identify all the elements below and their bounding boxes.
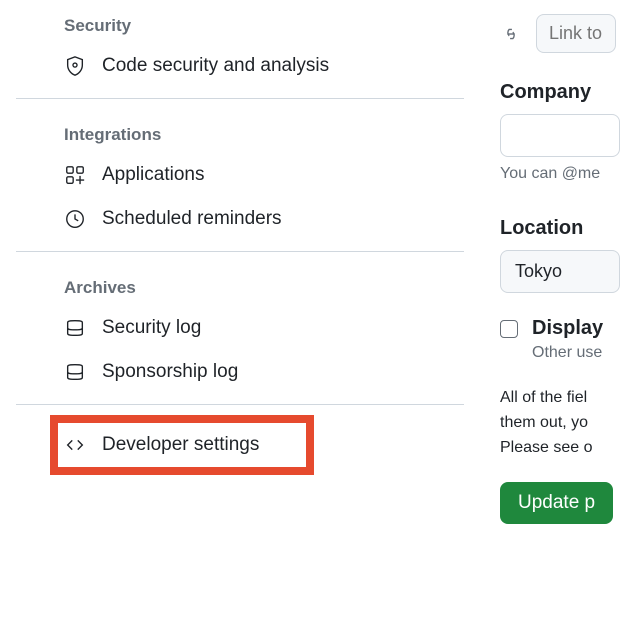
section-header-security: Security	[16, 0, 464, 44]
clock-icon	[64, 208, 86, 230]
divider	[16, 98, 464, 99]
company-label: Company	[500, 81, 638, 104]
sidebar-item-label: Developer settings	[102, 434, 259, 456]
sidebar-item-developer-settings[interactable]: Developer settings	[64, 423, 300, 467]
body-text: All of the fiel them out, yo Please see …	[500, 386, 638, 460]
social-link-input[interactable]	[536, 14, 616, 53]
log-icon	[64, 361, 86, 383]
company-input[interactable]	[500, 114, 620, 157]
highlight-box: Developer settings	[50, 415, 314, 475]
sidebar-item-scheduled-reminders[interactable]: Scheduled reminders	[16, 197, 464, 241]
apps-icon	[64, 164, 86, 186]
sidebar-item-label: Scheduled reminders	[102, 208, 282, 230]
sidebar-item-code-security[interactable]: Code security and analysis	[16, 44, 464, 88]
location-input[interactable]	[500, 250, 620, 293]
display-checkbox[interactable]	[500, 320, 518, 338]
sidebar-item-label: Applications	[102, 164, 204, 186]
display-checkbox-row: Display Other use	[500, 317, 638, 362]
settings-sidebar: Security Code security and analysis Inte…	[0, 0, 480, 644]
sidebar-item-applications[interactable]: Applications	[16, 153, 464, 197]
sidebar-item-label: Sponsorship log	[102, 361, 238, 383]
shield-icon	[64, 55, 86, 77]
code-icon	[64, 434, 86, 456]
company-helper: You can @me	[500, 165, 638, 183]
link-icon	[500, 23, 522, 45]
sidebar-item-security-log[interactable]: Security log	[16, 306, 464, 350]
social-link-row	[500, 14, 638, 53]
display-checkbox-sub: Other use	[532, 344, 603, 362]
profile-form: Company You can @me Location Display Oth…	[480, 0, 638, 644]
sidebar-item-sponsorship-log[interactable]: Sponsorship log	[16, 350, 464, 394]
divider	[16, 404, 464, 405]
log-icon	[64, 317, 86, 339]
display-checkbox-label: Display	[532, 317, 603, 340]
sidebar-item-label: Code security and analysis	[102, 55, 329, 77]
update-profile-button[interactable]: Update p	[500, 482, 613, 524]
sidebar-item-label: Security log	[102, 317, 201, 339]
location-label: Location	[500, 217, 638, 240]
divider	[16, 251, 464, 252]
section-header-archives: Archives	[16, 262, 464, 306]
section-header-integrations: Integrations	[16, 109, 464, 153]
